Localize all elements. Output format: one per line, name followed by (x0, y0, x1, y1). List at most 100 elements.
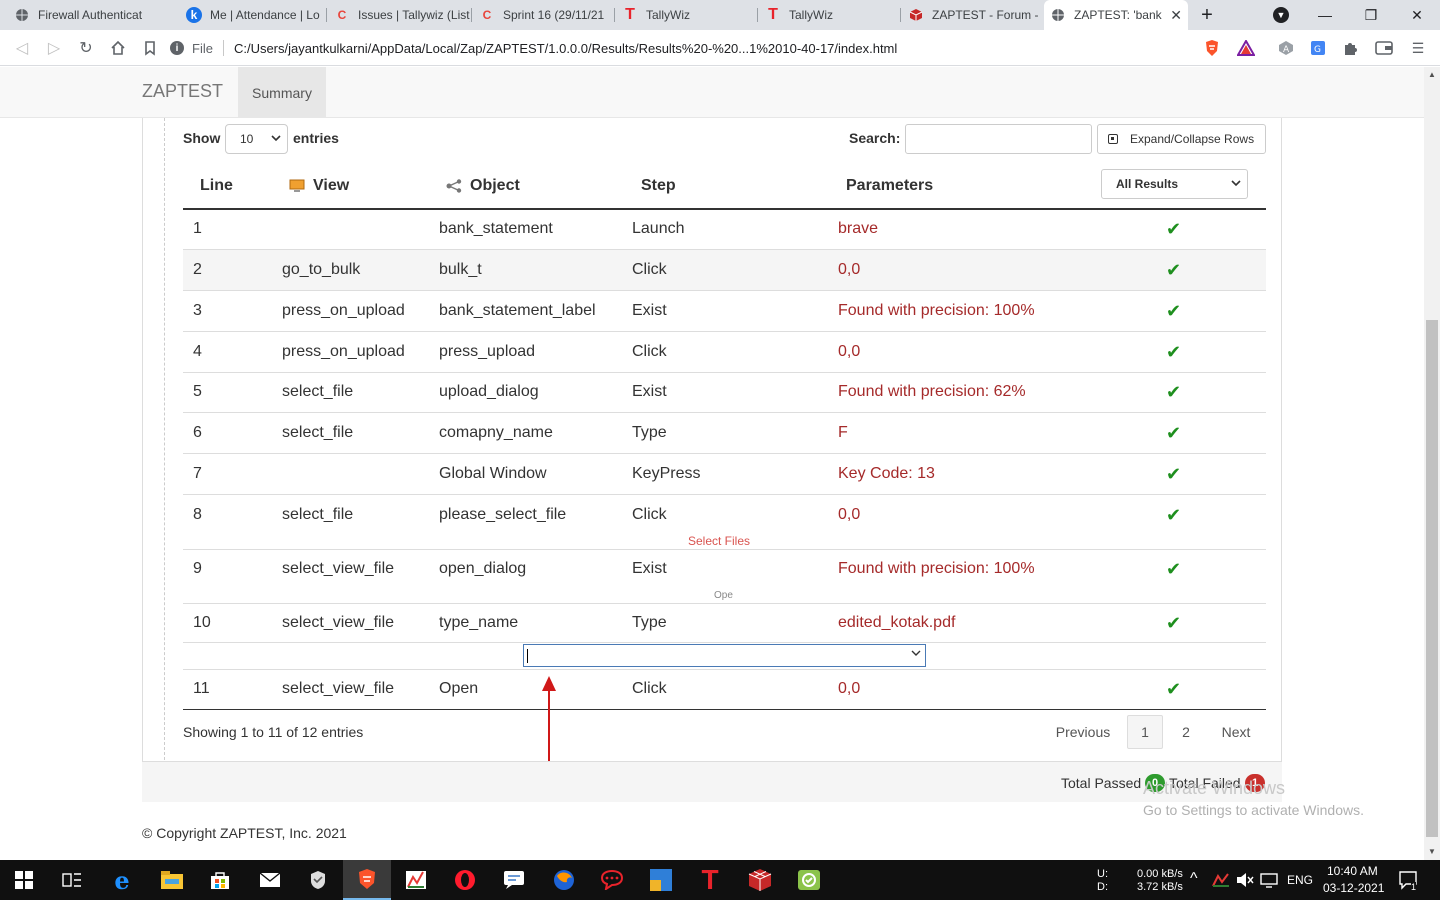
pagination-page-2[interactable]: 2 (1168, 715, 1204, 749)
scroll-down-icon[interactable]: ▼ (1424, 844, 1440, 858)
clock-date[interactable]: 03-12-2021 (1323, 881, 1384, 895)
cell-line: 10 (193, 614, 211, 631)
brave-browser-icon[interactable] (343, 860, 391, 900)
bookmark-button[interactable] (138, 36, 162, 60)
search-input[interactable] (905, 124, 1092, 154)
cell-view: press_on_upload (282, 302, 405, 319)
file-scheme-label: File (192, 40, 213, 56)
pagination-next[interactable]: Next (1210, 715, 1262, 749)
cell-line: 3 (193, 302, 202, 319)
page-size-select[interactable]: 10 (225, 124, 288, 154)
expand-collapse-rows-button[interactable]: Expand/Collapse Rows (1097, 124, 1266, 154)
table-info: Showing 1 to 11 of 12 entries (183, 724, 364, 740)
tab-search-button[interactable]: ▼ (1258, 0, 1304, 30)
home-button[interactable] (106, 36, 130, 60)
omnibox-separator (222, 40, 224, 56)
back-button[interactable]: ◁ (10, 36, 34, 60)
browser-tab-tallywiz-2[interactable]: T TallyWiz (759, 0, 899, 30)
column-header-step[interactable]: Step (641, 177, 676, 195)
copyright-text: © Copyright ZAPTEST, Inc. 2021 (142, 825, 347, 841)
forward-button[interactable]: ▷ (42, 36, 66, 60)
tab-summary[interactable]: Summary (238, 67, 326, 118)
browser-tab-attendance[interactable]: k Me | Attendance | Lo (180, 0, 325, 30)
network-icon[interactable] (1260, 872, 1278, 891)
task-view-icon[interactable] (48, 860, 96, 900)
url-box[interactable]: i File C:/Users/jayantkulkarni/AppData/L… (170, 35, 1190, 61)
table-row[interactable]: 8 select_file please_select_file Click 0… (183, 495, 1266, 535)
translate-icon[interactable]: G (1308, 38, 1328, 58)
table-row[interactable]: 10 select_view_file type_name Type edite… (183, 603, 1266, 643)
minimize-button[interactable]: — (1302, 0, 1348, 30)
close-window-button[interactable]: ✕ (1394, 0, 1440, 30)
table-row[interactable]: 4 press_on_upload press_upload Click 0,0… (183, 332, 1266, 372)
chevron-up-icon[interactable]: ^ (1190, 870, 1198, 888)
notification-center-icon[interactable] (1398, 870, 1420, 893)
brand-logo[interactable]: ZAPTEST (142, 81, 223, 102)
store-icon[interactable] (196, 860, 244, 900)
scroll-up-icon[interactable]: ▲ (1424, 67, 1440, 81)
c-logo-icon: C (482, 8, 492, 22)
firefox-icon[interactable] (540, 860, 588, 900)
app-window-icon[interactable] (637, 860, 685, 900)
table-row[interactable]: 5 select_file upload_dialog Exist Found … (183, 372, 1266, 412)
table-row[interactable]: 2 go_to_bulk bulk_t Click 0,0 ✔ (183, 250, 1266, 290)
pagination-page-1[interactable]: 1 (1127, 715, 1163, 749)
close-tab-icon[interactable]: ✕ (1170, 7, 1182, 24)
table-row[interactable]: 11 select_view_file Open Click 0,0 ✔ (183, 669, 1266, 709)
clock-time[interactable]: 10:40 AM (1327, 864, 1378, 878)
table-row[interactable]: 3 press_on_upload bank_statement_label E… (183, 291, 1266, 331)
zaptest-cube-icon[interactable] (736, 860, 784, 900)
language-indicator[interactable]: ENG (1287, 873, 1313, 887)
browser-tab-sprint[interactable]: C Sprint 16 (29/11/21 (473, 0, 613, 30)
column-header-parameters[interactable]: Parameters (846, 177, 933, 195)
brave-rewards-icon[interactable] (1236, 38, 1256, 58)
info-icon[interactable]: i (170, 41, 184, 55)
activate-windows-watermark: Activate Windows (1143, 778, 1286, 798)
table-row[interactable]: 7 Global Window KeyPress Key Code: 13 ✔ (183, 454, 1266, 494)
brave-shield-icon[interactable] (1202, 38, 1222, 58)
opera-icon[interactable] (441, 860, 489, 900)
reload-button[interactable]: ↻ (74, 36, 98, 60)
column-header-view[interactable]: View (289, 177, 349, 195)
browser-tab-forum[interactable]: ZAPTEST - Forum - I (902, 0, 1042, 30)
browser-tab-zaptest-active[interactable]: ZAPTEST: 'bank ✕ (1044, 0, 1188, 30)
table-row[interactable]: 9 select_view_file open_dialog Exist Fou… (183, 549, 1266, 589)
results-filter-select[interactable]: All Results (1101, 169, 1248, 199)
tallywiz-taskbar-icon[interactable]: T (686, 860, 734, 900)
file-explorer-icon[interactable] (148, 860, 196, 900)
tray-app-icon[interactable] (1212, 872, 1230, 891)
pagination-previous[interactable]: Previous (1046, 715, 1120, 749)
cell-step: KeyPress (632, 465, 701, 482)
mail-icon[interactable] (246, 860, 294, 900)
table-row[interactable]: 1 bank_statement Launch brave ✔ (183, 209, 1266, 249)
app-chart-icon[interactable] (392, 860, 440, 900)
browser-tab-issues[interactable]: C Issues | Tallywiz (List) (328, 0, 470, 30)
new-tab-button[interactable]: + (1185, 0, 1229, 30)
url-text[interactable]: C:/Users/jayantkulkarni/AppData/Local/Za… (234, 41, 897, 56)
menu-icon[interactable]: ☰ (1408, 38, 1428, 58)
wallet-icon[interactable] (1374, 38, 1394, 58)
edge-browser-icon[interactable]: e (98, 860, 146, 900)
app-shield-icon[interactable] (294, 860, 342, 900)
browser-tab-tallywiz-1[interactable]: T TallyWiz (616, 0, 756, 30)
row-preview-filename-combobox[interactable] (523, 644, 926, 667)
column-header-line[interactable]: Line (200, 177, 233, 195)
extension-a-icon[interactable]: A (1276, 38, 1296, 58)
messaging-icon[interactable] (588, 860, 636, 900)
chevron-down-icon: ▼ (1273, 7, 1289, 23)
scrollbar-thumb[interactable] (1426, 320, 1438, 837)
page-scrollbar[interactable]: ▲ ▼ (1424, 67, 1440, 860)
globe-icon (14, 7, 30, 23)
cell-view: select_file (282, 383, 354, 400)
app-green-icon[interactable] (785, 860, 833, 900)
column-header-object[interactable]: Object (446, 177, 520, 195)
restore-button[interactable]: ❐ (1348, 0, 1394, 30)
volume-muted-icon[interactable] (1236, 872, 1254, 891)
windows-start-icon[interactable] (0, 860, 48, 900)
chevron-down-icon (271, 132, 281, 146)
puzzle-extensions-icon[interactable] (1340, 38, 1360, 58)
pass-check-icon: ✔ (1166, 464, 1182, 484)
chat-app-icon[interactable] (490, 860, 538, 900)
table-row[interactable]: 6 select_file comapny_name Type F ✔ (183, 413, 1266, 453)
page-content: ZAPTEST Summary Show 10 entries Search: … (0, 67, 1424, 860)
